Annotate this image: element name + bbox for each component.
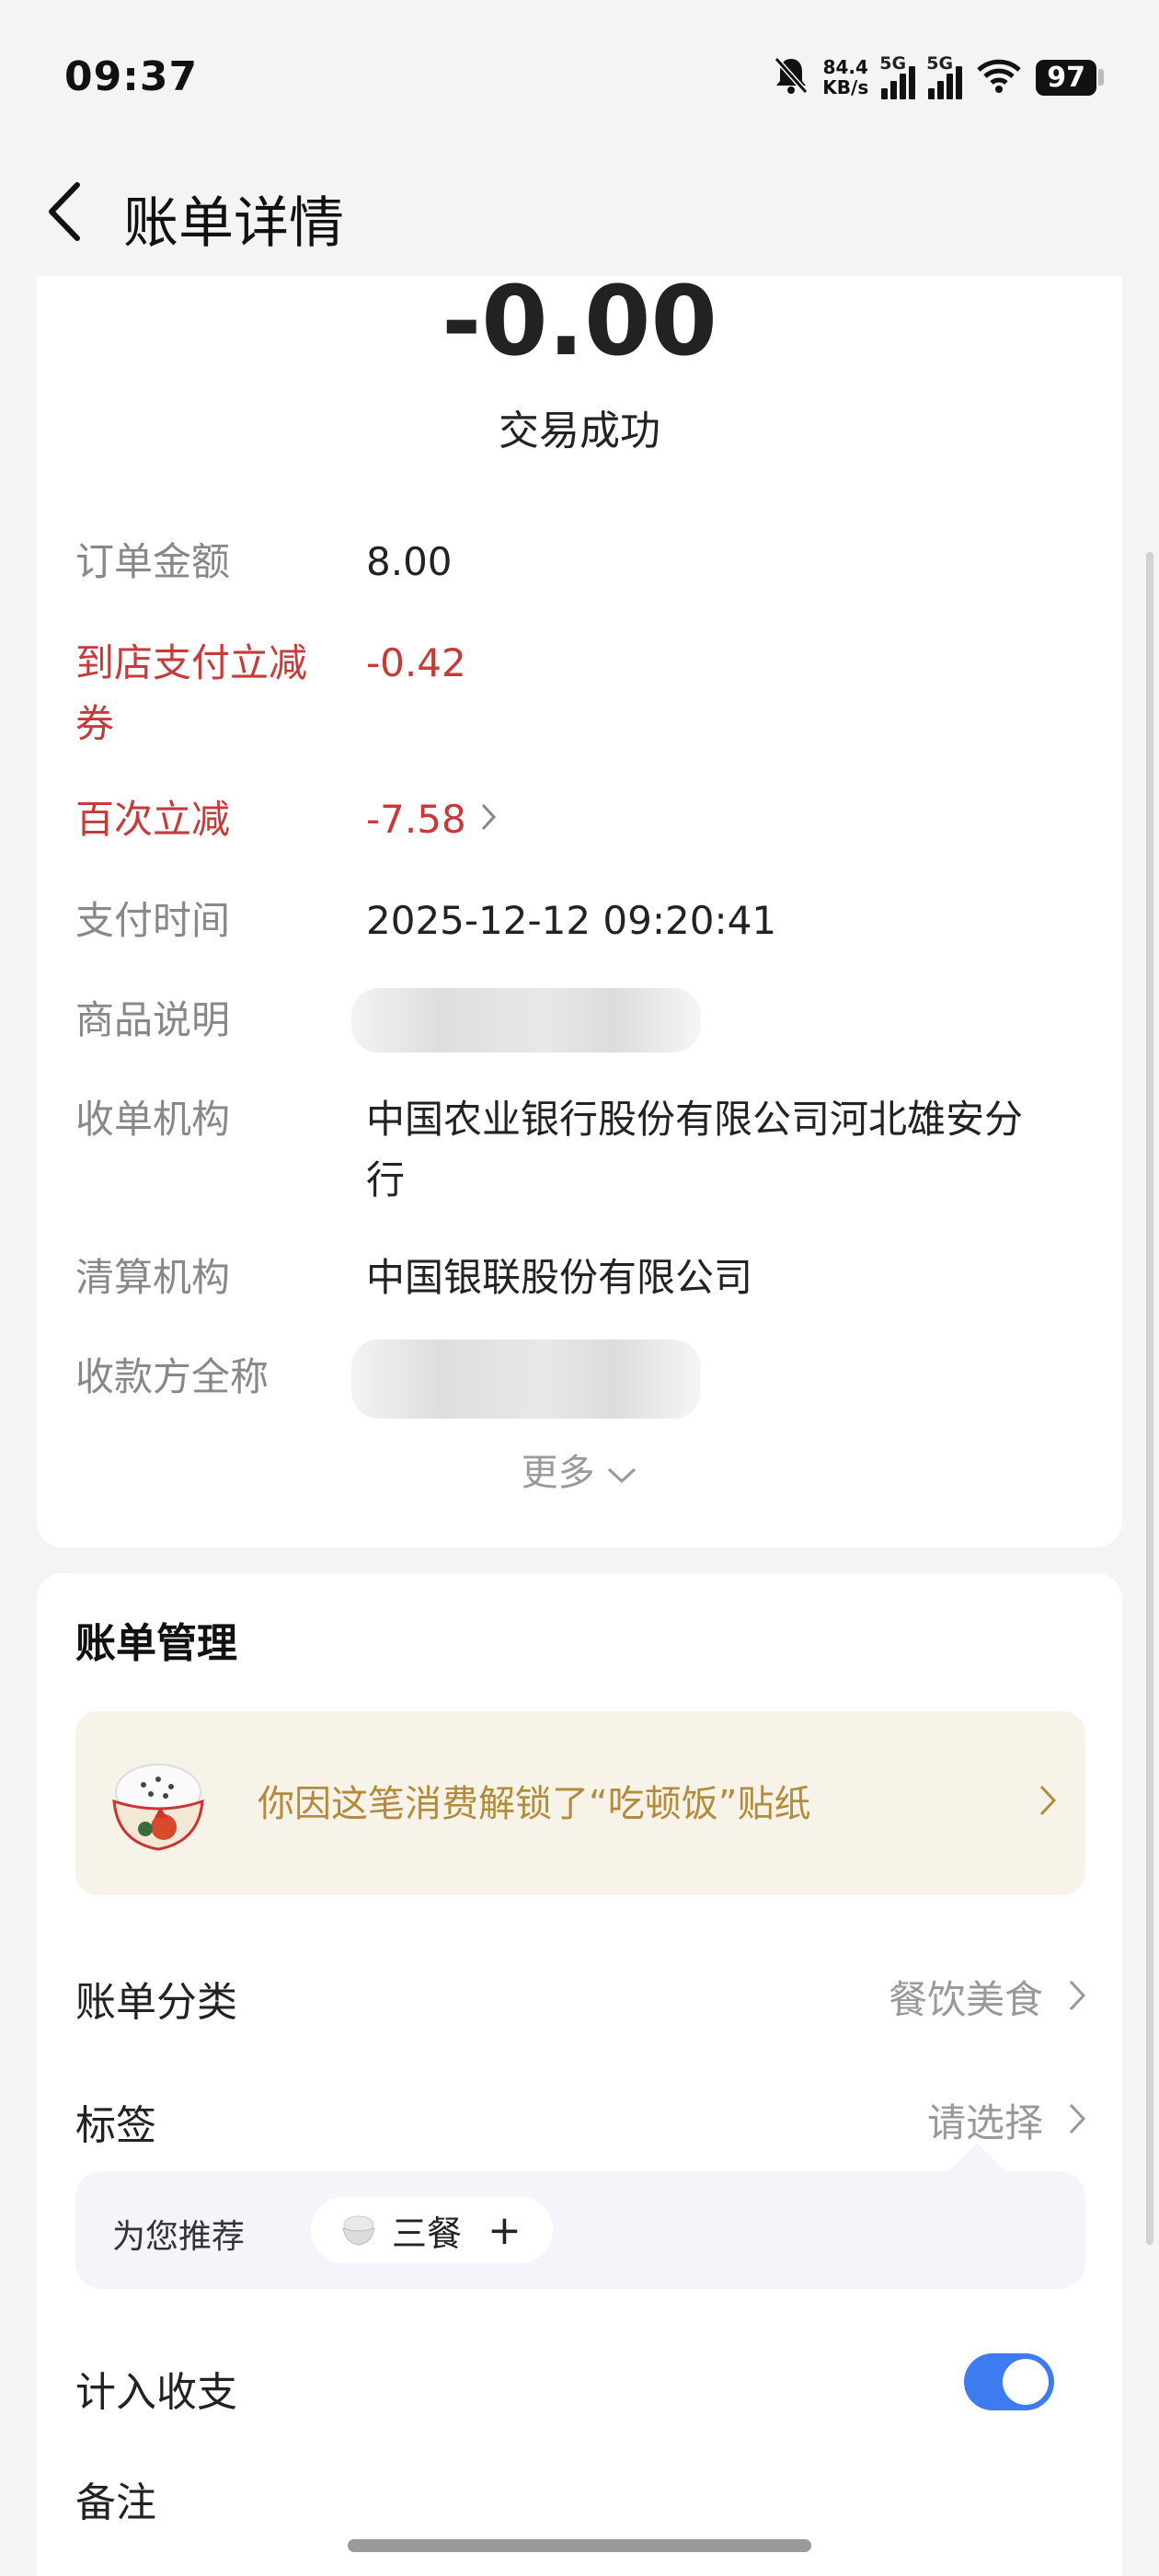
detail-value: 8.00 — [366, 539, 453, 584]
detail-value: 中国银联股份有限公司 — [366, 1255, 753, 1300]
detail-value-line: 行 — [366, 1157, 406, 1202]
detail-label: 支付时间 — [75, 898, 231, 943]
note-row[interactable]: 备注 — [75, 2462, 1087, 2536]
include-in-stats-label: 计入收支 — [75, 2369, 237, 2416]
transaction-amount: -0.00 — [442, 265, 717, 377]
more-button[interactable]: 更多 — [37, 1443, 1122, 1496]
redacted-blur — [351, 988, 701, 1052]
detail-label: 清算机构 — [75, 1255, 231, 1300]
detail-label: 收单机构 — [75, 1097, 231, 1142]
bill-category-label: 账单分类 — [75, 1979, 237, 2026]
detail-label: 商品说明 — [75, 997, 231, 1042]
detail-value: -0.42 — [366, 640, 466, 685]
detail-value-line: 中国农业银行股份有限公司河北雄安分 — [366, 1097, 1024, 1142]
net-speed: 84.4 KB/s — [822, 57, 868, 98]
battery-icon: 97 — [1036, 59, 1096, 96]
plus-icon: + — [488, 2206, 522, 2254]
back-button[interactable] — [37, 175, 92, 248]
include-in-stats-row: 计入收支 — [75, 2352, 1087, 2425]
detail-label: 订单金额 — [75, 539, 231, 584]
detail-label: 百次立减 — [75, 797, 231, 842]
recommended-tag-chip[interactable]: 三餐 + — [311, 2197, 553, 2263]
status-icons: 84.4 KB/s 5G 5G 97 — [773, 53, 1104, 101]
sticker-banner[interactable]: 你因这笔消费解锁了“吃顿饭”贴纸 — [75, 1711, 1085, 1895]
tag-row[interactable]: 标签 请选择 — [75, 2085, 1087, 2158]
tag-recommendation-panel: 为您推荐 三餐 + — [75, 2142, 1085, 2289]
signal-label: 5G — [926, 53, 954, 74]
net-speed-value: 84.4 — [822, 56, 868, 78]
status-bar: 09:37 84.4 KB/s 5G 5G 97 — [0, 0, 1159, 156]
battery-tip — [1098, 69, 1104, 86]
signal-label: 5G — [879, 53, 907, 74]
rice-bowl-icon — [339, 2208, 379, 2252]
note-label: 备注 — [75, 2479, 156, 2526]
home-indicator[interactable] — [348, 2539, 811, 2552]
rice-bowl-sticker-icon — [103, 1750, 213, 1860]
chevron-right-icon — [479, 789, 498, 850]
wifi-icon — [975, 57, 1023, 98]
sticker-text: 你因这笔消费解锁了“吃顿饭”贴纸 — [258, 1783, 811, 1825]
page-title: 账单详情 — [123, 191, 344, 256]
bell-muted-icon — [773, 55, 809, 99]
bill-category-value: 餐饮美食 — [888, 1977, 1043, 2022]
detail-label: 收款方全称 — [75, 1354, 270, 1399]
tag-value: 请选择 — [926, 2100, 1043, 2145]
signal-icon: 5G — [926, 53, 963, 99]
detail-value: 2025-12-12 09:20:41 — [366, 898, 777, 943]
tag-label: 标签 — [75, 2102, 156, 2149]
toggle-knob — [1003, 2359, 1049, 2405]
section-title: 账单管理 — [75, 1620, 237, 1667]
chevron-right-icon — [1067, 2101, 1087, 2140]
chevron-left-icon — [49, 182, 80, 241]
scrollbar[interactable] — [1146, 552, 1153, 2245]
transaction-status: 交易成功 — [499, 408, 660, 454]
more-label: 更多 — [521, 1452, 595, 1494]
bill-management-card: 账单管理 你因这笔消费解锁了“吃顿饭”贴纸 账单分类 餐饮美食 标签 请选择 为… — [37, 1573, 1122, 2576]
bill-category-row[interactable]: 账单分类 餐饮美食 — [75, 1961, 1087, 2035]
transaction-detail-card: -0.00 交易成功 订单金额 8.00 到店支付立减 券 -0.42 百次立减… — [37, 265, 1122, 1547]
net-speed-unit: KB/s — [822, 76, 869, 98]
detail-value: 中国农业银行股份有限公司河北雄安分 行 — [366, 1089, 1139, 1211]
signal-icon: 5G — [879, 53, 916, 99]
detail-label: 到店支付立减 券 — [75, 633, 333, 754]
chevron-right-icon — [1067, 1978, 1087, 2017]
recommend-label: 为您推荐 — [112, 2218, 246, 2256]
detail-label-line: 券 — [75, 701, 115, 746]
chevron-down-icon — [606, 1452, 637, 1494]
detail-label-line: 到店支付立减 — [75, 640, 308, 685]
status-time: 09:37 — [64, 53, 199, 100]
detail-value-text: -7.58 — [366, 797, 466, 842]
redacted-blur — [351, 1340, 701, 1419]
include-in-stats-toggle[interactable] — [964, 2353, 1054, 2410]
chevron-right-icon — [1038, 1783, 1058, 1822]
recommended-tag-text: 三餐 — [392, 2213, 463, 2254]
detail-value[interactable]: -7.58 — [366, 789, 1139, 850]
